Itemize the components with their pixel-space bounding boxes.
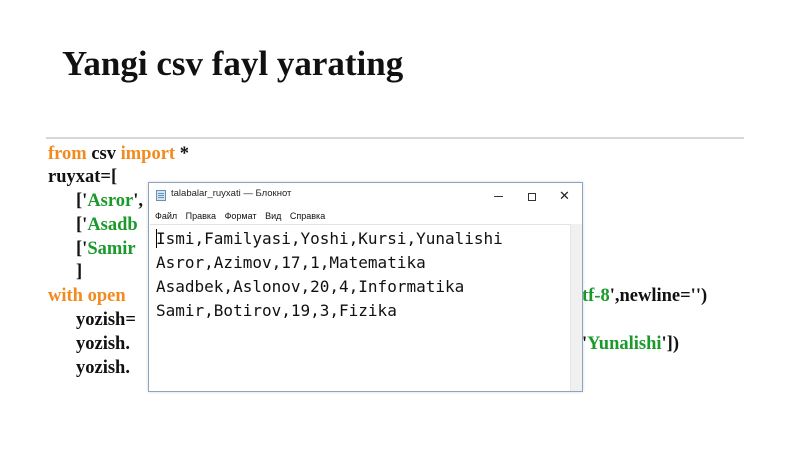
code-line-9-right: 'Yunalishi']) <box>582 332 679 356</box>
menu-bar: Файл Правка Формат Вид Справка <box>149 208 582 224</box>
code-line-7: with open <box>48 284 126 308</box>
close-icon: ✕ <box>559 188 570 203</box>
code-text: * <box>175 144 189 164</box>
menu-edit[interactable]: Правка <box>186 208 216 224</box>
close-button[interactable]: ✕ <box>548 183 581 208</box>
code-text: ']) <box>661 334 680 354</box>
menu-help[interactable]: Справка <box>290 208 325 224</box>
minimize-icon <box>494 196 503 198</box>
code-line-1: from csv import * <box>48 142 189 166</box>
menu-file[interactable]: Файл <box>155 208 177 224</box>
editor-line-1: Ismi,Familyasi,Yoshi,Kursi,Yunalishi <box>156 229 503 248</box>
menu-view[interactable]: Вид <box>265 208 281 224</box>
code-text: ',newline='') <box>609 286 708 306</box>
editor-line-4: Samir,Botirov,19,3,Fizika <box>156 301 397 320</box>
code-text: csv <box>86 144 121 164</box>
code-line-5: ['Samir <box>76 237 136 261</box>
code-keyword: open <box>82 286 126 306</box>
code-string: Samir <box>87 239 136 259</box>
code-line-4: ['Asadb <box>76 213 138 237</box>
maximize-button[interactable] <box>515 183 548 208</box>
vertical-scrollbar[interactable] <box>570 224 582 391</box>
code-line-3: ['Asror', <box>76 189 143 213</box>
code-string: tf-8 <box>582 286 610 306</box>
maximize-icon <box>527 192 536 201</box>
code-line-2: ruyxat=[ <box>48 167 118 187</box>
code-text: ', <box>133 191 143 211</box>
code-text: [' <box>76 215 88 235</box>
window-title: talabalar_ruyxati — Блокнот <box>171 188 292 199</box>
code-keyword: with <box>48 286 83 306</box>
menu-format[interactable]: Формат <box>225 208 257 224</box>
editor-line-3: Asadbek,Aslonov,20,4,Informatika <box>156 277 465 296</box>
code-string: Yunalishi <box>587 334 662 354</box>
code-line-9: yozish. <box>76 334 130 354</box>
editor-line-2: Asror,Azimov,17,1,Matematika <box>156 253 426 272</box>
slide-title: Yangi csv fayl yarating <box>62 44 404 83</box>
notepad-app-icon <box>156 190 166 201</box>
text-editor[interactable]: Ismi,Familyasi,Yoshi,Kursi,Yunalishi Asr… <box>150 224 571 391</box>
minimize-button[interactable] <box>482 183 515 208</box>
code-keyword: from <box>48 144 87 164</box>
title-divider <box>46 137 744 139</box>
code-text: [' <box>76 239 88 259</box>
code-line-8: yozish= <box>76 310 136 330</box>
code-string: Asadb <box>87 215 138 235</box>
window-titlebar[interactable]: talabalar_ruyxati — Блокнот ✕ <box>149 183 582 208</box>
code-line-10: yozish. <box>76 358 130 378</box>
code-text: [' <box>76 191 88 211</box>
code-keyword: import <box>120 144 176 164</box>
code-line-6: ] <box>76 262 83 282</box>
code-string: Asror <box>87 191 134 211</box>
notepad-window[interactable]: talabalar_ruyxati — Блокнот ✕ Файл Правк… <box>148 182 583 392</box>
code-line-7-right: tf-8',newline='') <box>582 284 707 308</box>
